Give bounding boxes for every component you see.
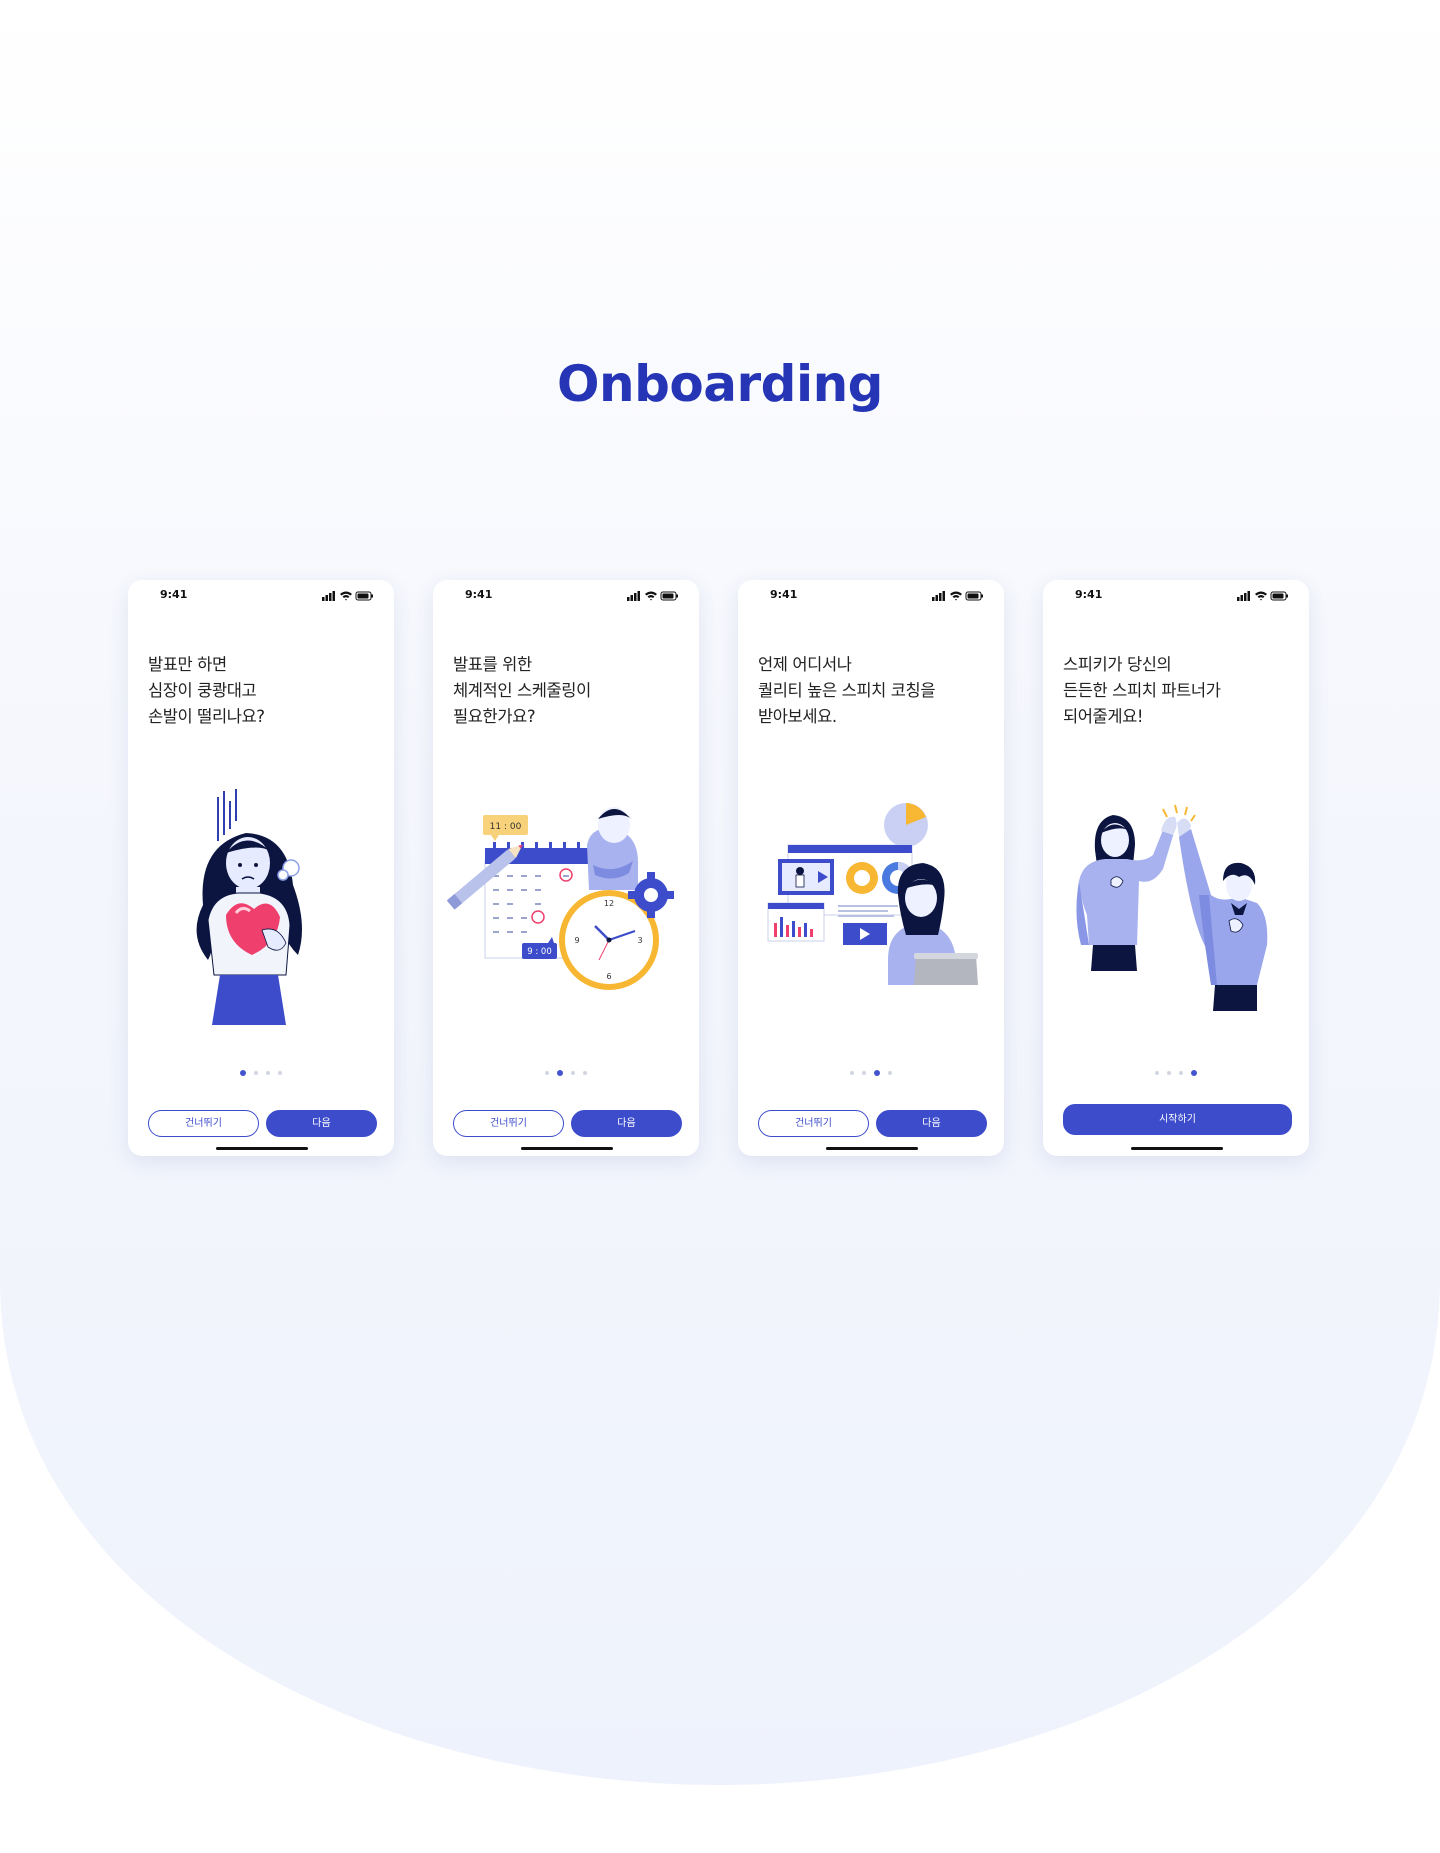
onboarding-headline: 발표만 하면 심장이 쿵쾅대고 손발이 떨리나요? — [148, 652, 378, 730]
status-time: 9:41 — [465, 588, 493, 601]
skip-button[interactable]: 건너뛰기 — [148, 1110, 259, 1137]
page-dot-active — [240, 1070, 246, 1076]
headline-line: 체계적인 스케줄링이 — [453, 681, 591, 700]
onboarding-screen-3: 9:41 언제 어디서나 퀄리티 높은 스피치 코칭을 받아보세요. 건너뛰기 … — [738, 580, 1004, 1156]
page-dot — [862, 1071, 866, 1075]
status-time: 9:41 — [160, 588, 188, 601]
onboarding-headline: 스피키가 당신의 든든한 스피치 파트너가 되어줄게요! — [1063, 652, 1293, 730]
next-button[interactable]: 다음 — [266, 1110, 377, 1137]
onboarding-headline: 언제 어디서나 퀄리티 높은 스피치 코칭을 받아보세요. — [758, 652, 988, 730]
status-bar: 9:41 — [433, 588, 699, 604]
page-dot — [888, 1071, 892, 1075]
headline-line: 받아보세요. — [758, 707, 837, 726]
onboarding-headline: 발표를 위한 체계적인 스케줄링이 필요한가요? — [453, 652, 683, 730]
scheduling-illustration: 11 : 00 9 : 00 12 3 6 9 — [446, 807, 674, 990]
svg-text:12: 12 — [604, 899, 614, 908]
page-indicator — [433, 1070, 699, 1078]
page-dot — [254, 1071, 258, 1075]
status-bar: 9:41 — [738, 588, 1004, 604]
page-indicator — [128, 1070, 394, 1078]
status-bar: 9:41 — [1043, 588, 1309, 604]
skip-button[interactable]: 건너뛰기 — [758, 1110, 869, 1137]
status-icons — [627, 591, 678, 601]
speech-coaching-illustration — [767, 803, 978, 985]
svg-text:3: 3 — [637, 936, 642, 945]
status-icons — [322, 591, 373, 601]
page-dot — [1179, 1071, 1183, 1075]
home-indicator — [216, 1147, 308, 1150]
headline-line: 필요한가요? — [453, 707, 536, 726]
button-row: 건너뛰기 다음 — [148, 1110, 377, 1138]
nervous-woman-illustration — [196, 789, 302, 1025]
next-button[interactable]: 다음 — [876, 1110, 987, 1137]
onboarding-screen-4: 9:41 스피키가 당신의 든든한 스피치 파트너가 되어줄게요! 시작하기 — [1043, 580, 1309, 1156]
page-dot-active — [1191, 1070, 1197, 1076]
svg-text:9: 9 — [574, 936, 579, 945]
page-dot — [583, 1071, 587, 1075]
page-indicator — [738, 1070, 1004, 1078]
home-indicator — [1131, 1147, 1223, 1150]
page-dot — [571, 1071, 575, 1075]
start-button[interactable]: 시작하기 — [1063, 1104, 1292, 1135]
page-dot — [278, 1071, 282, 1075]
onboarding-screen-2: 9:41 발표를 위한 체계적인 스케줄링이 필요한가요? 11 : 00 9 … — [433, 580, 699, 1156]
page-indicator — [1043, 1070, 1309, 1078]
headline-line: 든든한 스피치 파트너가 — [1063, 681, 1221, 700]
status-time: 9:41 — [1075, 588, 1103, 601]
status-bar: 9:41 — [128, 588, 394, 604]
page-dot — [1167, 1071, 1171, 1075]
next-button[interactable]: 다음 — [571, 1110, 682, 1137]
button-row: 시작하기 — [1063, 1104, 1292, 1138]
time-label-top: 11 : 00 — [490, 822, 522, 832]
button-row: 건너뛰기 다음 — [453, 1110, 682, 1138]
status-icons — [932, 591, 983, 601]
headline-line: 되어줄게요! — [1063, 707, 1144, 726]
svg-text:6: 6 — [606, 972, 611, 981]
home-indicator — [521, 1147, 613, 1150]
headline-line: 발표만 하면 — [148, 655, 227, 674]
page-dot — [545, 1071, 549, 1075]
onboarding-screen-1: 9:41 발표만 하면 심장이 쿵쾅대고 손발이 떨리나요? 건너뛰기 다음 — [128, 580, 394, 1156]
button-row: 건너뛰기 다음 — [758, 1110, 987, 1138]
page-dot — [266, 1071, 270, 1075]
headline-line: 스피키가 당신의 — [1063, 655, 1172, 674]
high-five-illustration — [1076, 804, 1268, 1011]
home-indicator — [826, 1147, 918, 1150]
skip-button[interactable]: 건너뛰기 — [453, 1110, 564, 1137]
page-dot-active — [874, 1070, 880, 1076]
status-time: 9:41 — [770, 588, 798, 601]
page-dot — [1155, 1071, 1159, 1075]
headline-line: 언제 어디서나 — [758, 655, 852, 674]
page-title: Onboarding — [557, 355, 883, 413]
headline-line: 손발이 떨리나요? — [148, 707, 265, 726]
time-label-bottom: 9 : 00 — [527, 947, 552, 957]
status-icons — [1237, 591, 1288, 601]
page-dot — [850, 1071, 854, 1075]
page-dot-active — [557, 1070, 563, 1076]
headline-line: 심장이 쿵쾅대고 — [148, 681, 257, 700]
headline-line: 퀄리티 높은 스피치 코칭을 — [758, 681, 936, 700]
headline-line: 발표를 위한 — [453, 655, 532, 674]
